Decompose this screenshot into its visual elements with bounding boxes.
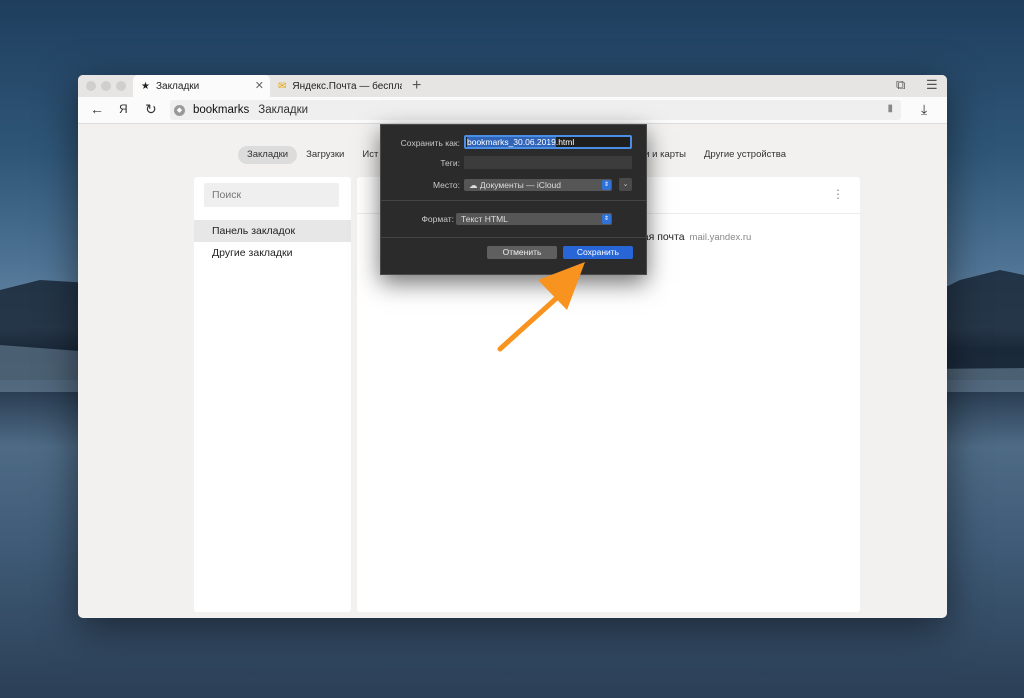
chevron-updown-icon: ⇕ bbox=[602, 214, 611, 224]
expand-dialog-button[interactable]: ⌄ bbox=[619, 178, 632, 191]
tab-label: Закладки bbox=[155, 80, 200, 92]
url-host: bookmarks bbox=[193, 104, 250, 116]
yandex-mail-icon: ✉ bbox=[278, 80, 287, 92]
bookmark-item[interactable]: ная почта mail.yandex.ru bbox=[637, 231, 751, 243]
divider bbox=[381, 200, 646, 201]
folder-other-bookmarks[interactable]: Другие закладки bbox=[194, 242, 351, 264]
filename-input[interactable]: bookmarks_30.06.2019.html bbox=[464, 135, 632, 149]
save-as-label: Сохранить как: bbox=[400, 138, 460, 148]
tags-input[interactable] bbox=[464, 156, 632, 169]
chevron-updown-icon: ⇕ bbox=[602, 180, 611, 190]
filename-extension: .html bbox=[555, 137, 575, 147]
bookmark-host: mail.yandex.ru bbox=[689, 232, 752, 243]
tabs-overview-icon[interactable]: ⧉ bbox=[896, 77, 905, 93]
menu-icon[interactable]: ☰ bbox=[926, 77, 938, 93]
format-label: Формат: bbox=[421, 214, 454, 224]
address-bar: ← Я ↻ ◆ bookmarks Закладки ▮ ⤓ bbox=[78, 97, 947, 124]
location-label: Место: bbox=[432, 180, 460, 190]
yandex-button[interactable]: Я bbox=[119, 102, 128, 116]
new-tab-button[interactable]: + bbox=[412, 77, 421, 95]
format-select[interactable]: Текст HTML ⇕ bbox=[456, 213, 612, 225]
tab-yandex-mail[interactable]: ✉ Яндекс.Почта — бесплат bbox=[270, 75, 402, 97]
window-zoom-button[interactable] bbox=[116, 81, 126, 91]
search-input[interactable]: Поиск bbox=[204, 183, 339, 207]
subnav-bookmarks[interactable]: Закладки bbox=[238, 146, 298, 164]
tab-label: Яндекс.Почта — бесплат bbox=[292, 80, 402, 92]
save-dialog: Сохранить как: bookmarks_30.06.2019.html… bbox=[380, 124, 647, 275]
bookmark-flag-icon[interactable]: ▮ bbox=[887, 103, 893, 114]
shield-icon: ◆ bbox=[174, 104, 185, 116]
more-options-icon[interactable]: ⋮ bbox=[832, 187, 844, 201]
url-field[interactable]: ◆ bookmarks Закладки ▮ bbox=[170, 100, 901, 120]
back-button[interactable]: ← bbox=[90, 101, 104, 117]
close-icon[interactable]: ✕ bbox=[255, 79, 264, 92]
tab-bookmarks[interactable]: ★ Закладки ✕ bbox=[133, 75, 270, 97]
divider bbox=[381, 237, 646, 238]
tab-strip: ★ Закладки ✕ ✉ Яндекс.Почта — бесплат + … bbox=[78, 75, 947, 97]
download-icon[interactable]: ⤓ bbox=[921, 101, 927, 118]
filename-selected-text: bookmarks_30.06.2019 bbox=[467, 137, 556, 147]
tags-label: Теги: bbox=[440, 158, 460, 168]
window-close-button[interactable] bbox=[86, 81, 96, 91]
subnav-downloads[interactable]: Загрузки bbox=[297, 146, 353, 164]
location-value: Документы — iCloud bbox=[479, 180, 562, 190]
save-button[interactable]: Сохранить bbox=[563, 246, 633, 259]
cloud-icon: ☁ bbox=[469, 180, 480, 190]
folder-bookmarks-bar[interactable]: Панель закладок bbox=[194, 220, 351, 242]
format-value: Текст HTML bbox=[461, 214, 508, 224]
location-select[interactable]: ☁ Документы — iCloud ⇕ bbox=[464, 179, 612, 191]
bookmark-folders-panel: Поиск Панель закладок Другие закладки bbox=[194, 177, 351, 612]
cancel-button[interactable]: Отменить bbox=[487, 246, 557, 259]
window-minimize-button[interactable] bbox=[101, 81, 111, 91]
subnav-other-devices[interactable]: Другие устройства bbox=[695, 146, 795, 164]
reload-button[interactable]: ↻ bbox=[145, 101, 157, 118]
star-icon: ★ bbox=[141, 80, 150, 92]
url-page-title: Закладки bbox=[258, 104, 309, 116]
